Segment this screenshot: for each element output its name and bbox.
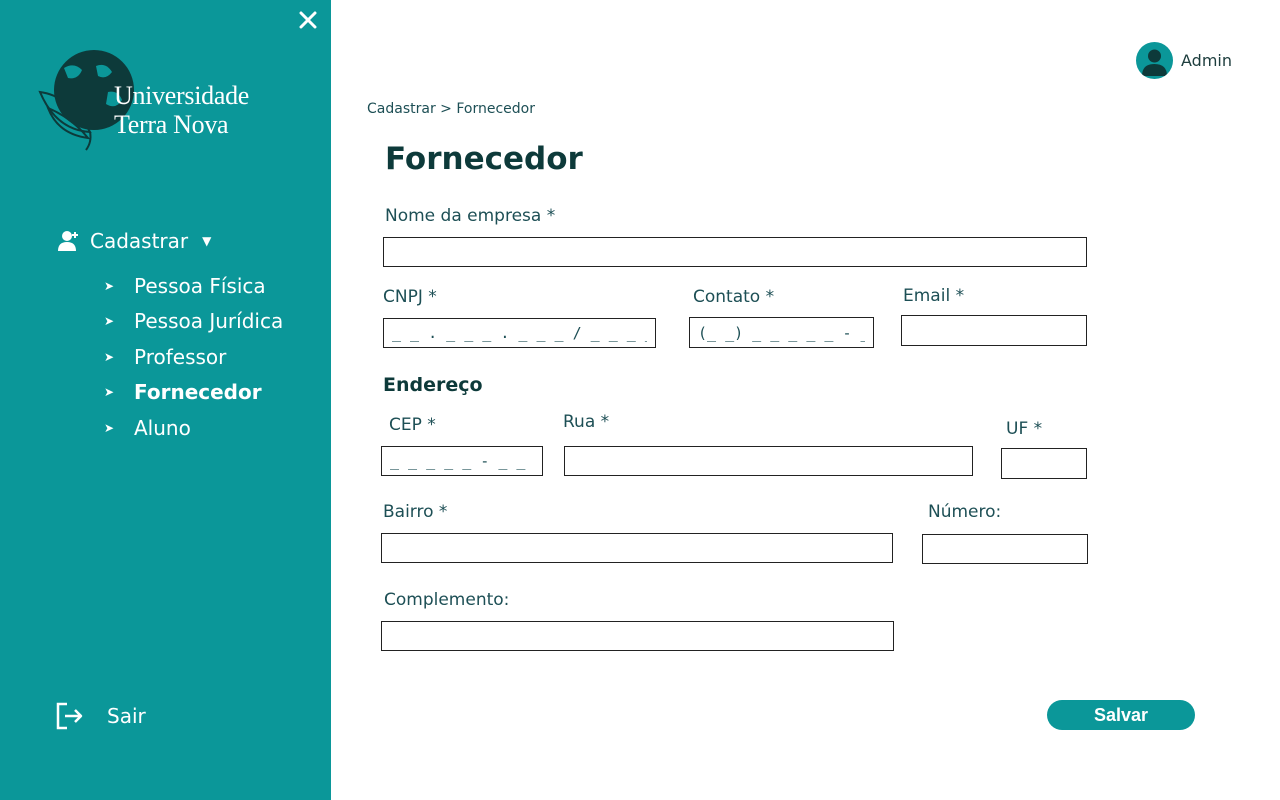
menu-cadastrar[interactable]: Cadastrar ▼ [58,229,211,253]
arrow-right-icon: ➤ [104,385,115,400]
rua-input[interactable] [564,446,973,476]
close-icon[interactable] [299,11,317,29]
arrow-right-icon: ➤ [104,314,115,329]
submenu-item-label: Fornecedor [134,380,262,405]
nome-empresa-input[interactable] [383,237,1087,267]
page-title: Fornecedor [385,141,583,177]
cep-label: CEP * [389,415,436,435]
contato-label: Contato * [693,287,775,307]
submenu-item-professor[interactable]: ➤ Professor [104,339,283,375]
submenu-cadastrar: ➤ Pessoa Física ➤ Pessoa Jurídica ➤ Prof… [104,268,283,446]
logout-label: Sair [107,704,146,728]
logo-line-2: Terra Nova [114,110,229,139]
submenu-item-fornecedor[interactable]: ➤ Fornecedor [104,375,283,411]
cep-input[interactable] [381,446,543,476]
contato-input[interactable] [689,317,874,348]
bairro-input[interactable] [381,533,893,563]
add-user-icon [58,231,78,251]
user-icon [1142,49,1167,76]
submenu-item-label: Professor [134,344,227,369]
cnpj-label: CNPJ * [383,287,437,307]
complemento-label: Complemento: [384,590,510,610]
submenu-item-pessoa-juridica[interactable]: ➤ Pessoa Jurídica [104,304,283,340]
submenu-item-label: Aluno [134,415,191,440]
submenu-item-label: Pessoa Jurídica [134,309,284,334]
close-sidebar-button[interactable] [297,9,319,31]
submenu-item-aluno[interactable]: ➤ Aluno [104,410,283,446]
complemento-input[interactable] [381,621,894,651]
arrow-right-icon: ➤ [104,349,115,364]
email-label: Email * [903,286,965,306]
logo-text: Universidade Terra Nova [114,81,249,139]
cnpj-input[interactable] [383,318,656,348]
rua-label: Rua * [563,412,610,432]
university-logo: Universidade Terra Nova [38,48,268,153]
user-name: Admin [1181,51,1232,70]
endereco-section-title: Endereço [383,374,483,396]
submenu-item-label: Pessoa Física [134,273,266,298]
bairro-label: Bairro * [383,502,448,522]
nome-empresa-label: Nome da empresa * [385,206,556,226]
logout-button[interactable]: Sair [55,701,146,731]
avatar[interactable] [1136,42,1173,79]
sidebar: Universidade Terra Nova Cadastrar ▼ ➤ Pe… [0,0,331,800]
arrow-right-icon: ➤ [104,278,115,293]
uf-label: UF * [1006,419,1043,439]
logo-line-1: Universidade [114,81,250,110]
numero-input[interactable] [922,534,1088,564]
menu-cadastrar-label: Cadastrar [90,229,189,253]
arrow-right-icon: ➤ [104,420,115,435]
user-menu[interactable]: Admin [1136,42,1232,79]
logout-icon [56,702,83,730]
breadcrumb: Cadastrar > Fornecedor [367,101,535,117]
email-input[interactable] [901,315,1087,346]
uf-input[interactable] [1001,448,1087,479]
numero-label: Número: [928,502,1002,522]
app-root: Universidade Terra Nova Cadastrar ▼ ➤ Pe… [0,0,1280,800]
save-button[interactable]: Salvar [1047,700,1195,730]
submenu-item-pessoa-fisica[interactable]: ➤ Pessoa Física [104,268,283,304]
caret-down-icon: ▼ [202,234,212,248]
